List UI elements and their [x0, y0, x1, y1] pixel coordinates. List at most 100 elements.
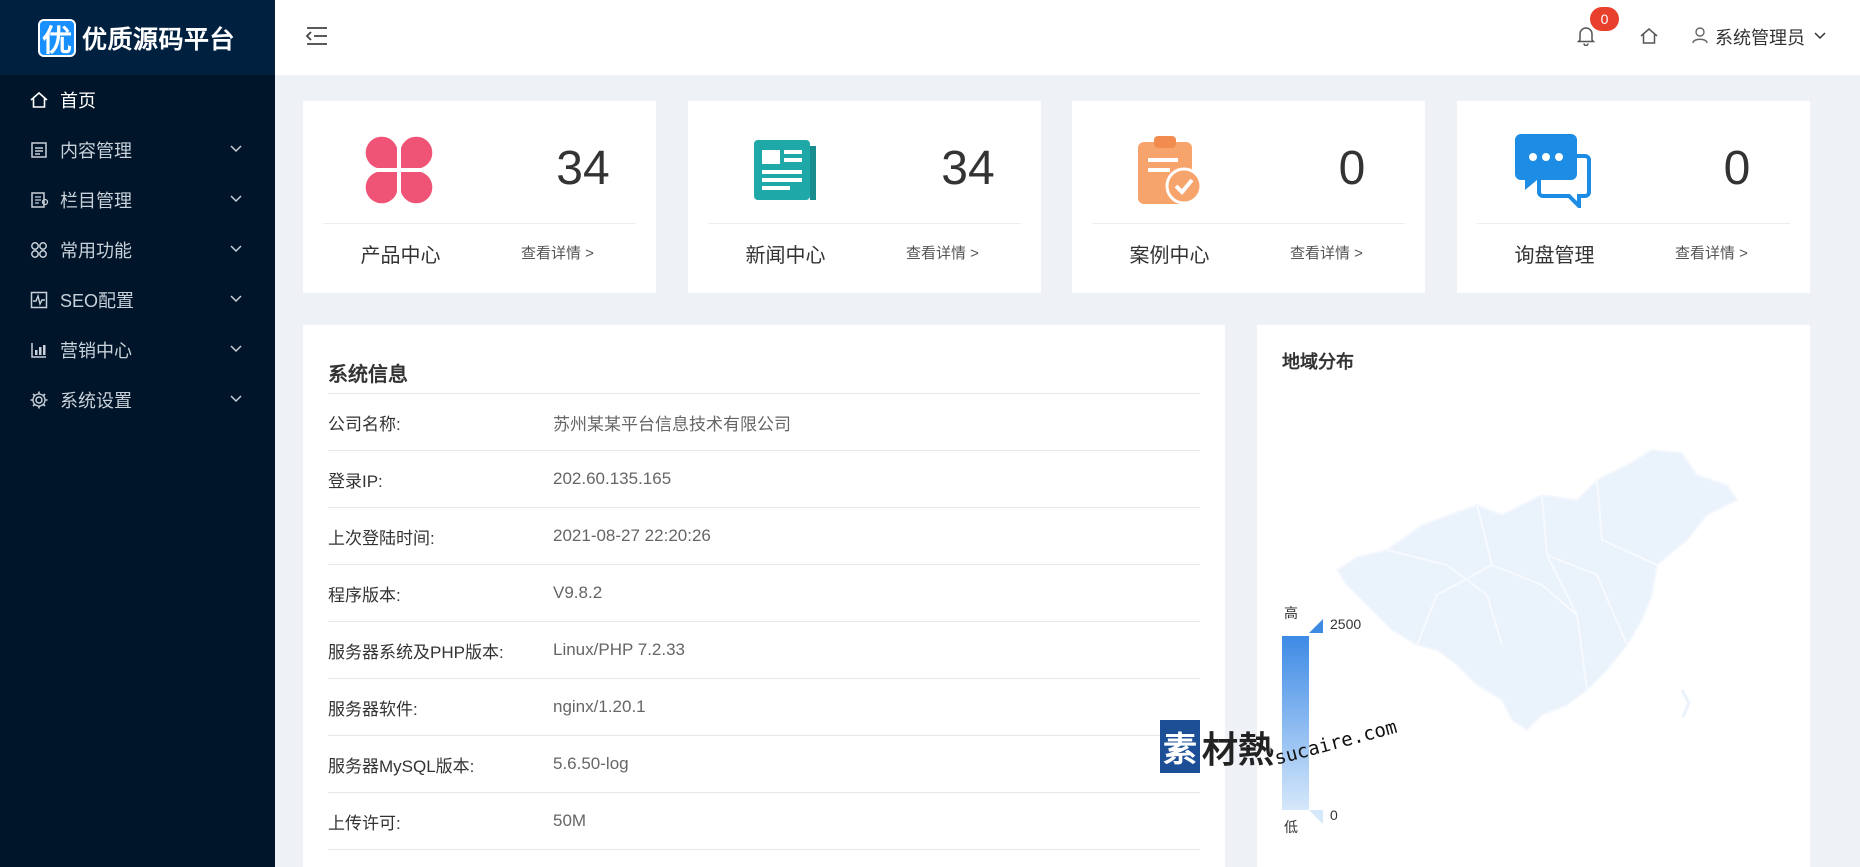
user-icon [1691, 26, 1709, 49]
logo-badge: 优 [38, 18, 76, 58]
info-value: 5.6.50-log [553, 754, 629, 773]
sidebar: 优 优质源码平台 首页 内容管理 栏目管理 常用功能 SEO配置 营销中心 系统… [0, 0, 275, 867]
sidebar-item-label: 系统设置 [60, 391, 132, 411]
info-label: 服务器系统及PHP版本: [328, 642, 504, 662]
notification-badge: 0 [1590, 7, 1619, 31]
sidebar-item-seo[interactable]: SEO配置 [0, 275, 275, 325]
home-icon [28, 89, 50, 111]
legend-max-value: 2500 [1330, 616, 1362, 632]
user-menu[interactable]: 系统管理员 [1691, 24, 1827, 50]
watermark-logo: 素 材熱 [1160, 720, 1274, 773]
stat-count: 34 [556, 142, 610, 195]
info-row: 上次登陆时间: 2021-08-27 22:20:26 [328, 507, 1200, 564]
info-value: Linux/PHP 7.2.33 [553, 640, 685, 659]
system-info-panel: 系统信息 公司名称: 苏州某某平台信息技术有限公司 登录IP: 202.60.1… [303, 325, 1225, 867]
stat-card-products: 34 产品中心 查看详情 > [303, 101, 656, 293]
pulse-icon [28, 289, 50, 311]
sidebar-item-label: 常用功能 [60, 241, 132, 261]
divider [323, 223, 636, 224]
sidebar-item-common[interactable]: 常用功能 [0, 225, 275, 275]
info-row: 程序版本: V9.8.2 [328, 564, 1200, 621]
divider [1092, 223, 1405, 224]
legend-high-label: 高 [1284, 605, 1298, 621]
view-details-link[interactable]: 查看详情 > [906, 242, 979, 263]
sidebar-item-home[interactable]: 首页 [0, 75, 275, 125]
info-row-divider [328, 849, 1200, 867]
chevron-down-icon [230, 195, 242, 203]
menu-fold-icon[interactable] [305, 25, 329, 52]
stat-title: 新闻中心 [745, 245, 826, 267]
app-logo[interactable]: 优 优质源码平台 [0, 0, 275, 75]
chat-bubbles-icon [1515, 132, 1591, 211]
info-value: V9.8.2 [553, 583, 603, 602]
info-label: 登录IP: [328, 471, 383, 491]
info-value: 2021-08-27 22:20:26 [553, 526, 711, 545]
chevron-down-icon [230, 145, 242, 153]
home-icon[interactable] [1639, 26, 1659, 51]
sidebar-item-columns[interactable]: 栏目管理 [0, 175, 275, 225]
legend-gradient-bar [1282, 636, 1309, 810]
info-value: 202.60.135.165 [553, 469, 672, 488]
sidebar-item-label: 栏目管理 [60, 191, 132, 211]
info-label: 服务器软件: [328, 699, 418, 719]
stat-title: 案例中心 [1129, 245, 1210, 267]
info-label: 上传许可: [328, 813, 401, 833]
info-label: 公司名称: [328, 414, 401, 434]
chevron-down-icon [230, 245, 242, 253]
info-row: 服务器系统及PHP版本: Linux/PHP 7.2.33 [328, 621, 1200, 678]
stat-count: 0 [1338, 142, 1366, 195]
info-value: nginx/1.20.1 [553, 697, 646, 716]
chevron-down-icon [1813, 27, 1827, 48]
sidebar-item-marketing[interactable]: 营销中心 [0, 325, 275, 375]
gear-icon [28, 389, 50, 411]
region-map-panel: 地域分布 高 2500 0 低 [1257, 325, 1810, 867]
sidebar-item-content[interactable]: 内容管理 [0, 125, 275, 175]
clipboard-check-icon [1130, 132, 1206, 208]
info-label: 服务器MySQL版本: [328, 756, 475, 776]
bell-icon[interactable] [1576, 26, 1596, 51]
watermark-box: 素 [1160, 720, 1200, 773]
sidebar-item-label: 营销中心 [60, 341, 132, 361]
info-row: 公司名称: 苏州某某平台信息技术有限公司 [328, 393, 1200, 450]
legend-low-label: 低 [1284, 819, 1298, 835]
info-label: 程序版本: [328, 585, 401, 605]
legend-min-handle[interactable] [1309, 810, 1323, 824]
stat-title: 询盘管理 [1514, 245, 1595, 267]
legend-min-value: 0 [1330, 807, 1338, 823]
stat-title: 产品中心 [360, 245, 441, 267]
panel-title: 地域分布 [1282, 352, 1354, 372]
clover-icon [361, 132, 437, 208]
watermark-text: 材熱 [1202, 728, 1275, 770]
info-row: 服务器软件: nginx/1.20.1 [328, 678, 1200, 735]
info-value: 苏州某某平台信息技术有限公司 [553, 414, 791, 434]
stat-card-news: 34 新闻中心 查看详情 > [688, 101, 1041, 293]
newspaper-icon [746, 132, 822, 208]
grid-icon [28, 239, 50, 261]
sidebar-item-label: 首页 [60, 91, 96, 111]
info-label: 上次登陆时间: [328, 528, 435, 548]
top-header: 0 系统管理员 [275, 0, 1860, 75]
column-icon [28, 189, 50, 211]
view-details-link[interactable]: 查看详情 > [521, 242, 594, 263]
stat-card-inquiries: 0 询盘管理 查看详情 > [1457, 101, 1810, 293]
sidebar-menu: 首页 内容管理 栏目管理 常用功能 SEO配置 营销中心 系统设置 [0, 75, 275, 425]
divider [1477, 223, 1790, 224]
china-map[interactable] [1327, 445, 1747, 735]
legend-max-handle[interactable] [1309, 619, 1323, 633]
panel-title: 系统信息 [328, 364, 408, 386]
sidebar-item-label: SEO配置 [60, 291, 135, 311]
chevron-down-icon [230, 395, 242, 403]
chevron-down-icon [230, 345, 242, 353]
chevron-down-icon [230, 295, 242, 303]
stat-count: 34 [941, 142, 995, 195]
sidebar-item-label: 内容管理 [60, 141, 132, 161]
view-details-link[interactable]: 查看详情 > [1290, 242, 1363, 263]
sidebar-item-settings[interactable]: 系统设置 [0, 375, 275, 425]
stat-count: 0 [1723, 142, 1751, 195]
app-title: 优质源码平台 [82, 25, 236, 54]
bar-chart-icon [28, 339, 50, 361]
view-details-link[interactable]: 查看详情 > [1675, 242, 1748, 263]
info-row: 服务器MySQL版本: 5.6.50-log [328, 735, 1200, 792]
info-value: 50M [553, 811, 587, 830]
divider [708, 223, 1021, 224]
